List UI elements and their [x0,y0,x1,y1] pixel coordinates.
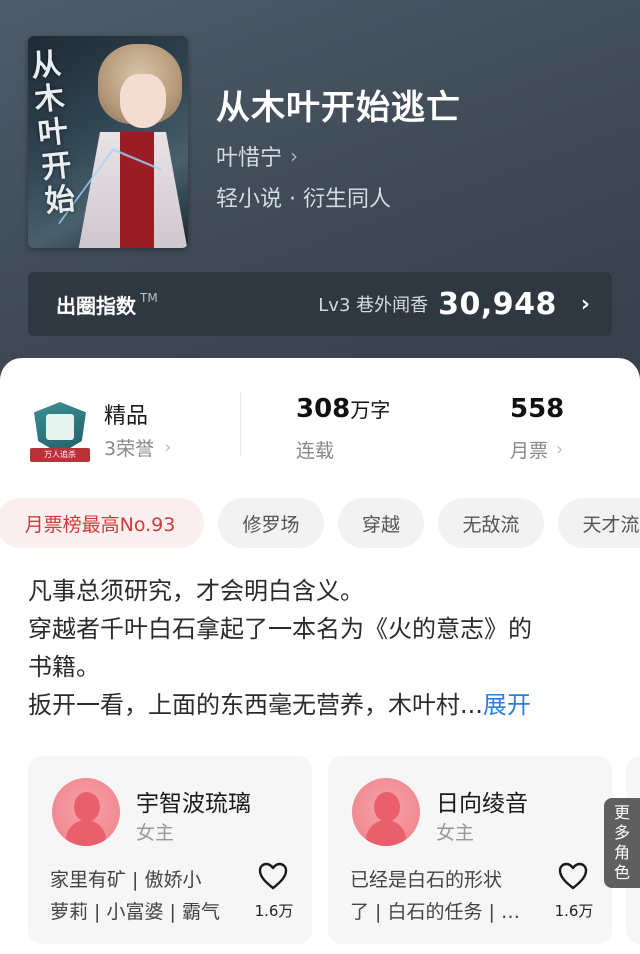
expand-link[interactable]: 展开 [483,691,531,719]
chevron-right-icon: › [290,144,299,168]
character-name: 宇智波琉璃 [136,791,251,817]
character-card[interactable]: 宇智波琉璃 女主 家里有矿 | 傲娇小 萝莉 | 小富婆 | 霸气 1.6万 [28,756,312,944]
divider [240,392,241,456]
monthly-votes-value: 558 [510,394,565,424]
synopsis-line: 穿越者千叶白石拿起了一本名为《火的意志》的 [28,615,532,643]
book-detail-sheet: 万人追杀 精品 3荣誉 › 308万字 连载 558 月票 › 月票榜最高No.… [0,358,640,954]
word-count-value: 308 [296,394,351,424]
cover-title-art: 从木叶开始 [29,46,77,220]
popularity-index-label: 出圈指数 [56,293,136,318]
book-title: 从木叶开始逃亡 [216,88,461,128]
honor-count: 3荣誉 [104,438,155,460]
tag-chip[interactable]: 修罗场 [218,498,324,548]
character-card[interactable]: 日向绫音 女主 已经是白石的形状 了 | 白石的任务 | … 1.6万 [328,756,612,944]
like-count: 1.6万 [254,902,294,920]
chevron-right-icon: › [556,439,564,460]
heart-icon[interactable] [258,862,288,890]
book-genre: 轻小说 · 衍生同人 [216,187,391,212]
character-description: 已经是白石的形状 了 | 白石的任务 | … [350,869,520,923]
trademark-mark: TM [140,291,158,305]
author-name: 叶惜宁 [216,146,283,171]
chevron-right-icon: › [164,437,172,458]
tag-chip[interactable]: 无敌流 [438,498,544,548]
monthly-votes-label: 月票 [510,440,549,462]
chevron-right-icon: › [580,291,590,317]
monthly-votes-link[interactable]: 月票 › [510,436,563,463]
honor-badge-icon[interactable]: 万人追杀 [30,402,90,466]
cover-character-face [120,74,166,128]
character-name: 日向绫音 [436,791,528,817]
author-link[interactable]: 叶惜宁 › [216,140,298,172]
popularity-value: 30,948 [438,286,557,322]
popularity-index-bar[interactable]: 出圈指数 TM Lv3 巷外闻香 30,948 › [28,272,612,336]
like-count: 1.6万 [554,902,594,920]
honor-badge-ribbon: 万人追杀 [30,448,90,462]
book-synopsis: 凡事总须研究，才会明白含义。 穿越者千叶白石拿起了一本名为《火的意志》的 书籍。… [28,572,618,724]
quality-label: 精品 [104,404,149,429]
character-avatar [352,778,420,846]
heart-icon[interactable] [558,862,588,890]
stats-row: 万人追杀 精品 3荣誉 › 308万字 连载 558 月票 › [0,392,640,472]
tag-chip[interactable]: 天才流 [558,498,640,548]
character-role: 女主 [436,822,475,844]
serial-status: 连载 [296,440,335,462]
tag-row: 月票榜最高No.93 修罗场 穿越 无敌流 天才流 [0,498,640,548]
tag-chip[interactable]: 穿越 [338,498,424,548]
synopsis-line: 书籍。 [28,653,100,681]
synopsis-line: 扳开一看，上面的东西毫无营养，木叶村...展开 [28,691,531,719]
word-count-unit: 万字 [350,398,391,422]
character-avatar [52,778,120,846]
synopsis-line: 凡事总须研究，才会明白含义。 [28,577,364,605]
popularity-level: Lv3 巷外闻香 [318,295,429,316]
character-description: 家里有矿 | 傲娇小 萝莉 | 小富婆 | 霸气 [50,869,220,923]
word-count: 308万字 [296,394,390,424]
honor-link[interactable]: 3荣誉 › [104,434,171,461]
tag-chip-ranking[interactable]: 月票榜最高No.93 [0,498,204,548]
book-cover[interactable]: 从木叶开始 [28,36,188,248]
more-characters-button[interactable]: 更多角色 [604,798,640,888]
book-header: 从木叶开始 从木叶开始逃亡 叶惜宁 › 轻小说 · 衍生同人 出圈指数 TM L… [0,0,640,400]
character-role: 女主 [136,822,175,844]
